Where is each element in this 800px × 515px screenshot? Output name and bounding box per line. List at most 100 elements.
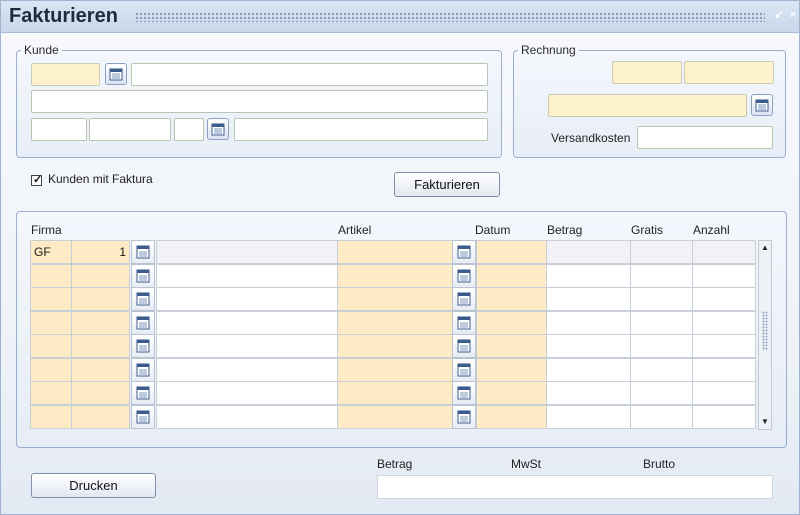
cell-datum[interactable] — [476, 381, 547, 405]
cell-datum[interactable] — [476, 405, 547, 429]
artikel-lookup-button[interactable] — [452, 358, 476, 382]
artikel-lookup-button[interactable] — [452, 264, 476, 288]
cell-firma[interactable] — [30, 358, 72, 382]
cell-gratis[interactable] — [630, 311, 693, 335]
cell-artikel[interactable] — [337, 381, 453, 405]
cell-artikel[interactable] — [337, 287, 453, 311]
artikel-lookup-button[interactable] — [452, 405, 476, 429]
cell-betrag[interactable] — [546, 358, 631, 382]
row-lookup-button[interactable] — [131, 334, 155, 358]
close-icon[interactable]: × — [787, 9, 799, 21]
scroll-grip[interactable] — [762, 311, 768, 351]
artikel-lookup-button[interactable] — [452, 240, 476, 264]
cell-gratis[interactable] — [630, 287, 693, 311]
row-lookup-button[interactable] — [131, 240, 155, 264]
cell-firma[interactable]: GF — [30, 240, 72, 264]
cell-betrag[interactable] — [546, 240, 631, 264]
drucken-button[interactable]: Drucken — [31, 473, 156, 498]
fakturieren-button[interactable]: Fakturieren — [394, 172, 500, 197]
cell-anzahl[interactable] — [692, 334, 756, 358]
artikel-lookup-button[interactable] — [452, 287, 476, 311]
cell-anzahl[interactable] — [692, 240, 756, 264]
row-lookup-button[interactable] — [131, 264, 155, 288]
cell-artikel[interactable] — [337, 264, 453, 288]
row-lookup-button[interactable] — [131, 405, 155, 429]
cell-betrag[interactable] — [546, 405, 631, 429]
cell-anzahl[interactable] — [692, 311, 756, 335]
cell-betrag[interactable] — [546, 381, 631, 405]
cell-nr[interactable] — [71, 264, 130, 288]
cell-beschreibung[interactable] — [156, 381, 338, 405]
cell-datum[interactable] — [476, 240, 547, 264]
kunde-lookup-button[interactable] — [105, 63, 127, 85]
cell-betrag[interactable] — [546, 311, 631, 335]
cell-datum[interactable] — [476, 358, 547, 382]
cell-anzahl[interactable] — [692, 405, 756, 429]
kunden-mit-faktura-checkbox[interactable]: ✓ — [31, 174, 42, 186]
cell-firma[interactable] — [30, 405, 72, 429]
scroll-down-icon[interactable]: ▼ — [760, 416, 770, 428]
kunde-nummer-field[interactable] — [31, 63, 100, 86]
row-lookup-button[interactable] — [131, 287, 155, 311]
cell-firma[interactable] — [30, 264, 72, 288]
cell-gratis[interactable] — [630, 358, 693, 382]
cell-beschreibung[interactable] — [156, 358, 338, 382]
kunde-plz-field[interactable] — [89, 118, 171, 141]
cell-anzahl[interactable] — [692, 358, 756, 382]
kunde-land-field[interactable] — [31, 118, 87, 141]
cell-datum[interactable] — [476, 334, 547, 358]
cell-gratis[interactable] — [630, 381, 693, 405]
ort-lookup-button[interactable] — [207, 118, 229, 140]
row-lookup-button[interactable] — [131, 358, 155, 382]
rechnung-datum-field[interactable] — [684, 61, 774, 84]
cell-anzahl[interactable] — [692, 381, 756, 405]
cell-gratis[interactable] — [630, 264, 693, 288]
versandkosten-field[interactable] — [637, 126, 773, 149]
artikel-lookup-button[interactable] — [452, 311, 476, 335]
cell-artikel[interactable] — [337, 240, 453, 264]
row-lookup-button[interactable] — [131, 311, 155, 335]
rechnung-lookup-button[interactable] — [751, 94, 773, 116]
scroll-up-icon[interactable]: ▲ — [760, 242, 770, 254]
cell-betrag[interactable] — [546, 264, 631, 288]
cell-firma[interactable] — [30, 311, 72, 335]
artikel-lookup-button[interactable] — [452, 381, 476, 405]
cell-nr[interactable] — [71, 287, 130, 311]
cell-beschreibung[interactable] — [156, 311, 338, 335]
kunde-ort-field[interactable] — [234, 118, 488, 141]
cell-beschreibung[interactable] — [156, 240, 338, 264]
cell-gratis[interactable] — [630, 334, 693, 358]
cell-anzahl[interactable] — [692, 287, 756, 311]
cell-firma[interactable] — [30, 334, 72, 358]
cell-beschreibung[interactable] — [156, 334, 338, 358]
cell-artikel[interactable] — [337, 311, 453, 335]
cell-artikel[interactable] — [337, 334, 453, 358]
cell-datum[interactable] — [476, 311, 547, 335]
cell-gratis[interactable] — [630, 405, 693, 429]
kunde-name-field[interactable] — [131, 63, 488, 86]
cell-nr[interactable] — [71, 358, 130, 382]
row-lookup-button[interactable] — [131, 381, 155, 405]
cell-nr[interactable] — [71, 381, 130, 405]
cell-artikel[interactable] — [337, 358, 453, 382]
cell-gratis[interactable] — [630, 240, 693, 264]
cell-beschreibung[interactable] — [156, 287, 338, 311]
cell-beschreibung[interactable] — [156, 264, 338, 288]
kunde-code-field[interactable] — [174, 118, 204, 141]
cell-datum[interactable] — [476, 287, 547, 311]
cell-artikel[interactable] — [337, 405, 453, 429]
cell-betrag[interactable] — [546, 334, 631, 358]
artikel-lookup-button[interactable] — [452, 334, 476, 358]
cell-anzahl[interactable] — [692, 264, 756, 288]
cell-firma[interactable] — [30, 287, 72, 311]
cell-beschreibung[interactable] — [156, 405, 338, 429]
cell-nr[interactable] — [71, 334, 130, 358]
minimize-icon[interactable]: ↙ — [773, 9, 785, 21]
cell-firma[interactable] — [30, 381, 72, 405]
cell-nr[interactable] — [71, 311, 130, 335]
cell-betrag[interactable] — [546, 287, 631, 311]
cell-nr[interactable] — [71, 405, 130, 429]
kunde-adresse-field[interactable] — [31, 90, 488, 113]
cell-datum[interactable] — [476, 264, 547, 288]
grid-scrollbar[interactable]: ▲ ▼ — [758, 240, 772, 430]
